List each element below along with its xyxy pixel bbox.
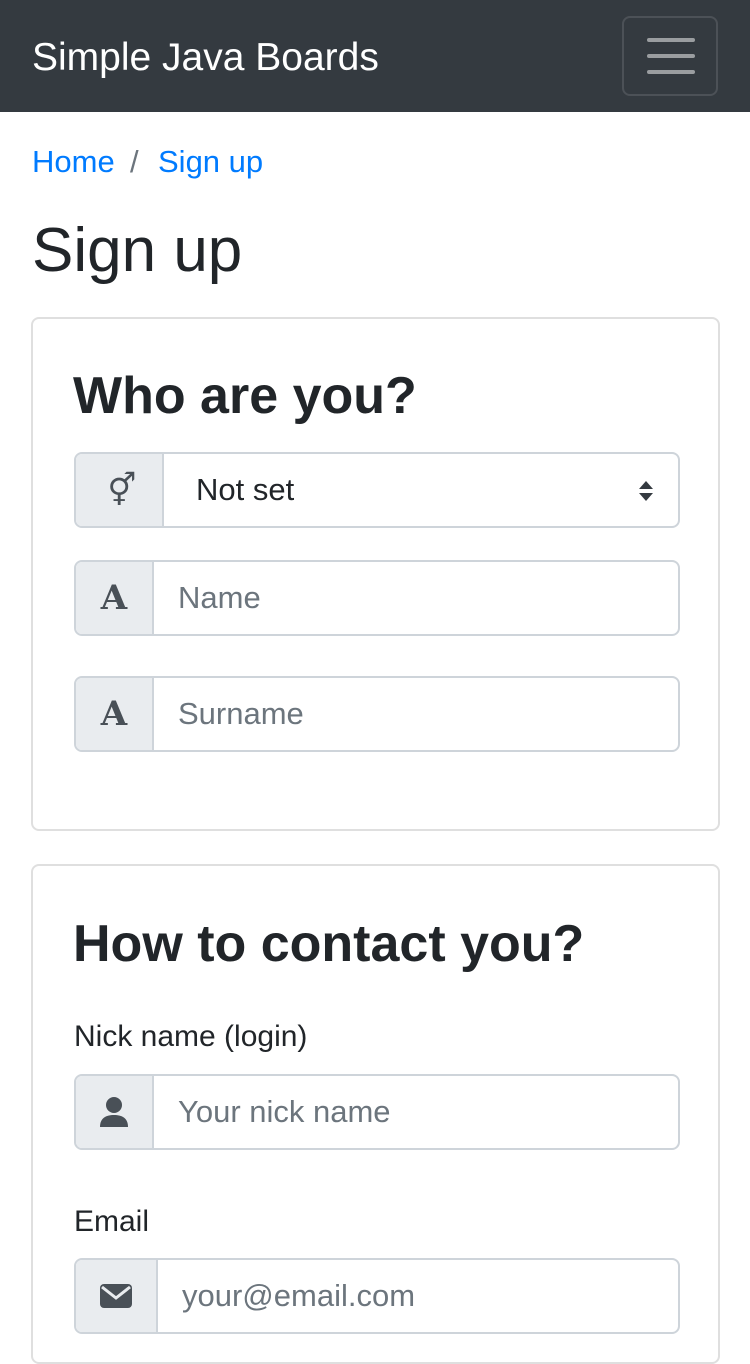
gender-select[interactable]: Not set [164,454,678,526]
gender-icon: ⚥ [107,471,137,509]
name-input-group: A Name [74,560,680,636]
surname-addon: A [76,678,154,750]
navbar-brand[interactable]: Simple Java Boards [32,34,379,82]
email-label: Email [74,1205,150,1238]
surname-input-group: A Surname [74,676,680,752]
user-icon [100,1097,128,1127]
select-arrows-icon [639,481,653,501]
surname-placeholder: Surname [178,696,304,731]
email-placeholder: your@email.com [182,1278,416,1313]
nick-name-label: Nick name (login) [74,1020,308,1053]
email-input[interactable]: your@email.com [158,1260,678,1332]
nick-name-input-group: Your nick name [74,1074,680,1150]
email-input-group: your@email.com [74,1258,680,1334]
name-input[interactable]: Name [154,562,678,634]
nick-addon [76,1076,154,1148]
navbar-toggle-button[interactable] [622,16,718,96]
letter-a-icon: A [100,578,128,618]
gender-select-value: Not set [196,472,295,507]
breadcrumb-home-link[interactable]: Home [32,142,115,182]
who-are-you-card: Who are you? ⚥ Not set A Name A Surname [31,317,720,831]
gender-addon: ⚥ [76,454,164,526]
name-placeholder: Name [178,580,261,615]
page-title: Sign up [32,216,243,285]
email-addon [76,1260,158,1332]
breadcrumb-signup-link[interactable]: Sign up [158,142,263,182]
who-card-title: Who are you? [73,367,417,425]
navbar: Simple Java Boards [0,0,750,112]
breadcrumb-separator: / [130,144,139,179]
contact-card: How to contact you? Nick name (login) Yo… [31,864,720,1364]
name-addon: A [76,562,154,634]
nick-name-input[interactable]: Your nick name [154,1076,678,1148]
gender-select-group: ⚥ Not set [74,452,680,528]
nick-name-placeholder: Your nick name [178,1094,391,1129]
letter-a-icon: A [100,694,128,734]
contact-card-title: How to contact you? [73,915,585,973]
surname-input[interactable]: Surname [154,678,678,750]
envelope-icon [100,1284,132,1308]
